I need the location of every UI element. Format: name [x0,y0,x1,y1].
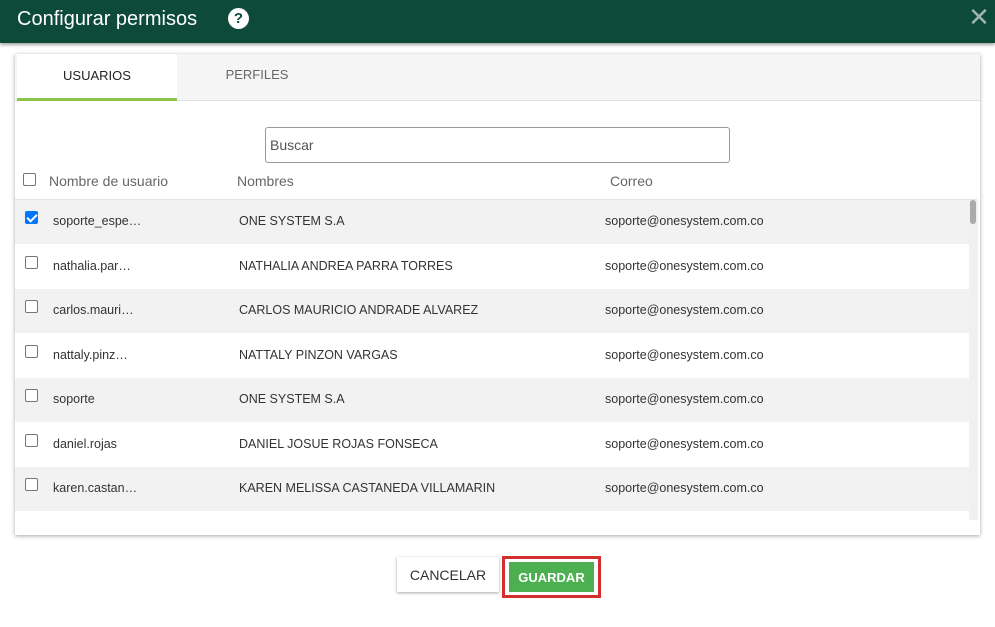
permissions-panel: USUARIOS PERFILES Nombre de usuario Nomb… [15,54,980,535]
table-row[interactable]: daniel.rojas DANIEL JOSUE ROJAS FONSECA … [15,423,969,467]
table-row[interactable]: nathalia.par… NATHALIA ANDREA PARRA TORR… [15,245,969,289]
row-checkbox[interactable] [25,256,38,269]
row-checkbox[interactable] [25,211,38,224]
cell-email: soporte@onesystem.com.co [605,348,764,362]
table-row[interactable]: soporte ONE SYSTEM S.A soporte@onesystem… [15,378,969,422]
tab-perfiles[interactable]: PERFILES [187,54,327,101]
scrollbar-thumb[interactable] [970,200,976,224]
user-table-body: soporte_espe… ONE SYSTEM S.A soporte@one… [15,200,969,516]
row-checkbox[interactable] [25,300,38,313]
save-button[interactable]: GUARDAR [509,562,594,592]
column-header-email[interactable]: Correo [610,173,653,189]
cell-username: soporte [53,392,95,406]
table-scrollbar[interactable] [969,200,978,520]
close-icon[interactable]: ✕ [968,4,990,30]
table-row[interactable]: soporte_espe… ONE SYSTEM S.A soporte@one… [15,200,969,244]
permissions-dialog: Configurar permisos ? ✕ USUARIOS PERFILE… [0,0,995,627]
cell-name: ONE SYSTEM S.A [239,214,345,228]
cell-username: soporte_espe… [53,214,142,228]
table-row[interactable]: carlos.mauri… CARLOS MAURICIO ANDRADE AL… [15,289,969,333]
cell-email: soporte@onesystem.com.co [605,437,764,451]
cell-email: soporte@onesystem.com.co [605,392,764,406]
save-button-highlight: GUARDAR [502,556,601,598]
cell-username: nathalia.par… [53,259,131,273]
table-header: Nombre de usuario Nombres Correo [15,164,977,200]
cell-name: NATHALIA ANDREA PARRA TORRES [239,259,453,273]
cell-name: NATTALY PINZON VARGAS [239,348,398,362]
search-input[interactable] [265,127,730,163]
cell-username: karen.castan… [53,481,138,495]
cell-email: soporte@onesystem.com.co [605,303,764,317]
row-checkbox[interactable] [25,345,38,358]
column-header-username[interactable]: Nombre de usuario [49,173,168,189]
cancel-button[interactable]: CANCELAR [397,557,499,592]
cell-name: ONE SYSTEM S.A [239,392,345,406]
cell-name: KAREN MELISSA CASTANEDA VILLAMARIN [239,481,496,495]
dialog-title: Configurar permisos [17,8,198,30]
cell-email: soporte@onesystem.com.co [605,481,764,495]
cell-email: soporte@onesystem.com.co [605,214,764,228]
tab-bar: USUARIOS PERFILES [15,54,980,101]
column-header-names[interactable]: Nombres [237,173,294,189]
cell-name: DANIEL JOSUE ROJAS FONSECA [239,437,438,451]
table-row[interactable]: nattaly.pinz… NATTALY PINZON VARGAS sopo… [15,334,969,378]
cell-email: soporte@onesystem.com.co [605,259,764,273]
table-row[interactable]: karen.castan… KAREN MELISSA CASTANEDA VI… [15,467,969,511]
row-checkbox[interactable] [25,434,38,447]
cell-username: nattaly.pinz… [53,348,128,362]
dialog-titlebar: Configurar permisos ? ✕ [0,0,995,43]
select-all-checkbox[interactable] [23,173,36,186]
cell-name: CARLOS MAURICIO ANDRADE ALVAREZ [239,303,479,317]
row-checkbox[interactable] [25,389,38,402]
row-checkbox[interactable] [25,478,38,491]
cell-username: carlos.mauri… [53,303,134,317]
question-circle-icon[interactable]: ? [228,8,249,29]
tab-usuarios[interactable]: USUARIOS [17,54,177,101]
cell-username: daniel.rojas [53,437,117,451]
